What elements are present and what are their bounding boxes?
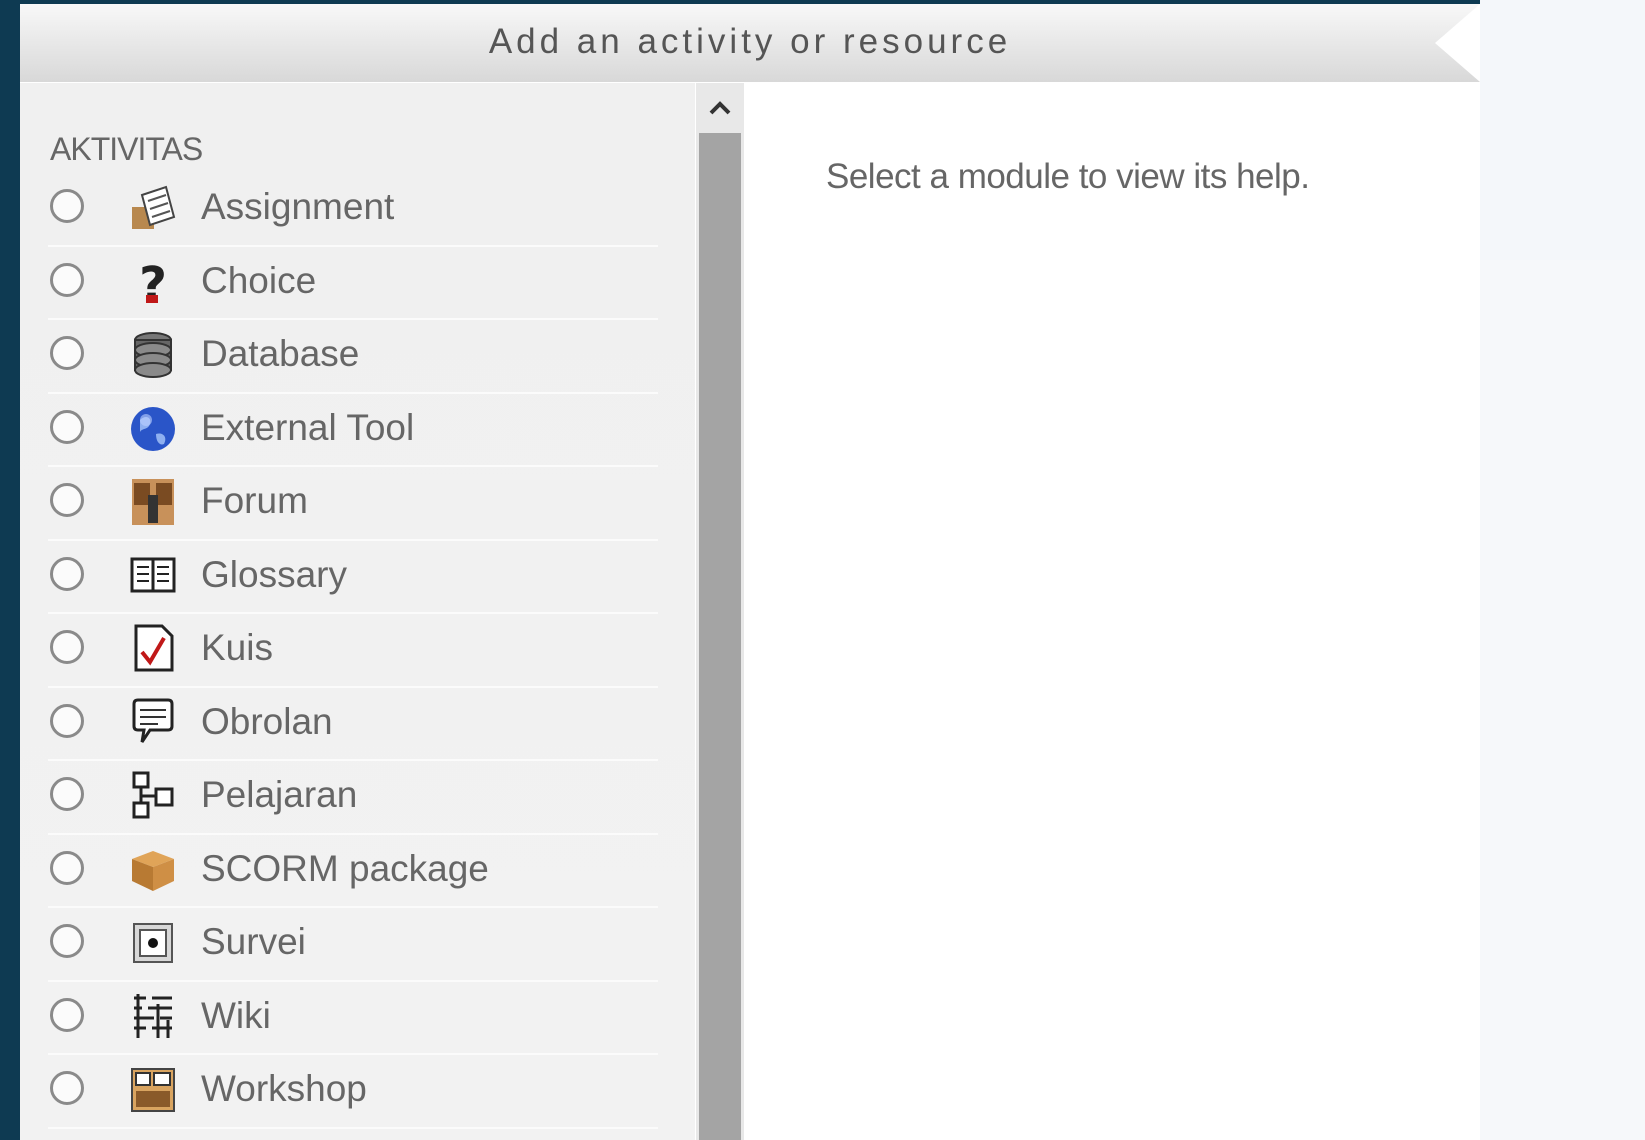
- module-label: Kuis: [201, 627, 273, 668]
- glossary-book-icon: [128, 549, 178, 601]
- module-label: Obrolan: [201, 700, 333, 742]
- module-label: Choice: [201, 259, 317, 301]
- module-option-kuis[interactable]: Kuis: [48, 614, 658, 688]
- lesson-flowchart-icon: [128, 769, 178, 821]
- add-activity-dialog: Add an activity or resource AKTIVITAS As…: [20, 0, 1480, 1140]
- module-label: SCORM package: [201, 847, 489, 889]
- module-list-panel: AKTIVITAS Assignment ? Choice Database E…: [20, 83, 695, 1140]
- database-icon: [128, 328, 178, 380]
- module-radio[interactable]: [50, 1071, 84, 1105]
- module-help-panel: Select a module to view its help.: [744, 83, 1480, 1140]
- question-mark-icon: ?: [128, 255, 178, 307]
- globe-icon: [128, 402, 178, 454]
- module-radio[interactable]: [50, 556, 84, 591]
- module-radio[interactable]: [50, 630, 84, 664]
- module-radio[interactable]: [50, 409, 84, 444]
- module-label: Forum: [201, 480, 308, 521]
- help-text: Select a module to view its help.: [826, 157, 1310, 196]
- module-label: Workshop: [201, 1068, 367, 1109]
- module-option-wiki[interactable]: Wiki: [48, 982, 658, 1055]
- scorm-box-icon: [128, 843, 178, 895]
- module-radio[interactable]: [50, 262, 84, 297]
- module-list-scrollbar[interactable]: [696, 83, 744, 1140]
- module-radio[interactable]: [50, 336, 84, 370]
- module-label: Pelajaran: [201, 774, 358, 815]
- module-radio[interactable]: [50, 483, 84, 517]
- module-radio[interactable]: [50, 189, 84, 223]
- quiz-checkmark-icon: [128, 622, 178, 674]
- module-radio[interactable]: [50, 924, 84, 958]
- module-option-glossary[interactable]: Glossary: [48, 541, 658, 614]
- dialog-title: Add an activity or resource: [488, 22, 1012, 61]
- module-radio[interactable]: [50, 777, 84, 811]
- module-label: Glossary: [201, 553, 347, 595]
- dialog-header: Add an activity or resource: [20, 4, 1480, 82]
- forum-icon: [128, 475, 178, 527]
- module-option-database[interactable]: Database: [48, 320, 658, 394]
- scrollbar-thumb[interactable]: [699, 133, 741, 1140]
- module-option-choice[interactable]: ? Choice: [48, 247, 658, 320]
- module-option-scorm-package[interactable]: SCORM package: [48, 835, 658, 908]
- module-label: Wiki: [201, 994, 271, 1036]
- module-radio[interactable]: [50, 997, 84, 1032]
- page-background-bar: [0, 0, 20, 1140]
- module-option-workshop[interactable]: Workshop: [48, 1055, 658, 1129]
- module-option-survei[interactable]: Survei: [48, 908, 658, 982]
- module-option-obrolan[interactable]: Obrolan: [48, 688, 658, 761]
- module-option-external-tool[interactable]: External Tool: [48, 394, 658, 467]
- section-title-activities: AKTIVITAS: [50, 131, 203, 167]
- module-label: Database: [201, 333, 360, 374]
- module-option-assignment[interactable]: Assignment: [48, 173, 658, 247]
- module-label: Survei: [201, 921, 306, 962]
- module-radio[interactable]: [50, 850, 84, 885]
- chevron-up-icon[interactable]: [696, 83, 744, 133]
- wiki-icon: [128, 990, 178, 1042]
- workshop-icon: [128, 1063, 178, 1115]
- module-radio[interactable]: [50, 703, 84, 738]
- chat-bubble-icon: [128, 696, 178, 748]
- dialog-top-border: [20, 0, 1480, 4]
- module-label: External Tool: [201, 406, 415, 448]
- module-option-forum[interactable]: Forum: [48, 467, 658, 541]
- module-options-list: Assignment ? Choice Database External To…: [48, 173, 658, 1129]
- survey-icon: [128, 916, 178, 968]
- module-option-pelajaran[interactable]: Pelajaran: [48, 761, 658, 835]
- assignment-icon: [128, 181, 178, 233]
- module-label: Assignment: [201, 186, 395, 227]
